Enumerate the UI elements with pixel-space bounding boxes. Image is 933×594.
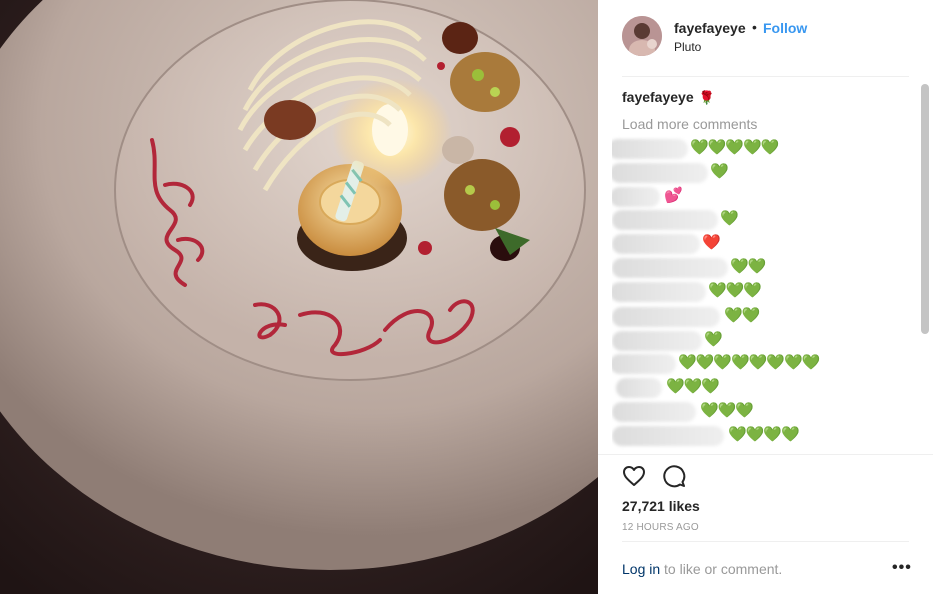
green-heart-emoji-icon: 💚💚💚 (666, 378, 720, 395)
green-heart-emoji-icon: 💚💚💚💚 (728, 426, 800, 443)
comments-list[interactable]: fayefayeye 🌹 Load more comments 💚💚💚💚💚 💚 💕… (612, 77, 917, 454)
green-heart-emoji-icon: 💚 (704, 331, 723, 348)
comment-button[interactable] (662, 464, 686, 488)
green-heart-emoji-icon: 💚 (710, 163, 729, 180)
follow-button[interactable]: Follow (763, 20, 807, 36)
green-heart-emoji-icon: 💚💚💚 (708, 282, 762, 299)
post-side-panel: fayefayeye • Follow Pluto fayefayeye 🌹 Lo… (598, 0, 933, 594)
comment-row: 💚💚 (612, 307, 912, 327)
comment-row: 💚💚💚 (612, 282, 910, 302)
blurred-comment (612, 331, 702, 351)
scrollbar-thumb[interactable] (921, 84, 929, 334)
login-link[interactable]: Log in (622, 561, 660, 577)
comment-row: 💚 (612, 210, 912, 230)
post-timestamp[interactable]: 12 HOURS AGO (622, 522, 699, 533)
blurred-comment (612, 307, 720, 327)
comment-row: 💚💚💚💚💚 (612, 139, 908, 159)
comment-row: 💚💚💚 (612, 402, 912, 422)
header-username[interactable]: fayefayeye (674, 20, 746, 36)
heart-outline-icon (623, 466, 645, 486)
comment-row: 💚💚💚💚💚💚💚💚 (612, 354, 910, 374)
load-more-comments-button[interactable]: Load more comments (622, 116, 757, 132)
login-suffix-text: to like or comment. (660, 561, 783, 577)
like-button[interactable] (622, 464, 646, 488)
comment-row: 💚 (612, 331, 912, 351)
comment-row: 💚💚💚💚 (612, 426, 912, 446)
blurred-comment (612, 139, 688, 159)
login-prompt: Log in to like or comment. (622, 561, 782, 577)
blurred-comment (612, 187, 660, 207)
red-heart-emoji-icon: ❤️ (702, 234, 721, 251)
more-options-icon[interactable]: ••• (892, 559, 912, 577)
two-hearts-emoji-icon: 💕 (664, 187, 683, 204)
blurred-comment (612, 234, 700, 254)
comment-row: ❤️ (612, 234, 912, 254)
blurred-comment (612, 210, 718, 230)
comment-row: 💚💚💚 (616, 378, 916, 398)
green-heart-emoji-icon: 💚💚💚 (700, 402, 754, 419)
post-header: fayefayeye • Follow Pluto (598, 0, 933, 76)
dessert-plate-image (0, 0, 598, 594)
location-link[interactable]: Pluto (674, 40, 701, 54)
caption: fayefayeye 🌹 (622, 89, 715, 106)
green-heart-emoji-icon: 💚 (720, 210, 739, 227)
likes-count[interactable]: 27,721 likes (622, 498, 700, 514)
blurred-comment (612, 163, 708, 183)
avatar[interactable] (622, 16, 662, 56)
rose-emoji-icon: 🌹 (698, 90, 715, 105)
blurred-comment (612, 426, 724, 446)
green-heart-emoji-icon: 💚💚 (724, 307, 760, 324)
blurred-comment (612, 402, 696, 422)
blurred-comment (612, 282, 706, 302)
separator-dot: • (752, 19, 757, 35)
green-heart-emoji-icon: 💚💚💚💚💚 (690, 139, 779, 156)
comment-row: 💚💚 (612, 258, 912, 278)
blurred-comment (616, 378, 662, 398)
blurred-comment (612, 354, 676, 374)
green-heart-emoji-icon: 💚💚💚💚💚💚💚💚 (678, 354, 820, 371)
comment-row: 💕 (612, 187, 910, 207)
divider (598, 454, 933, 455)
green-heart-emoji-icon: 💚💚 (730, 258, 766, 275)
profile-picture-icon (622, 16, 662, 56)
blurred-comment (612, 258, 728, 278)
comment-row: 💚 (612, 163, 910, 183)
caption-username[interactable]: fayefayeye (622, 89, 694, 105)
comment-bubble-icon (663, 465, 686, 488)
post-photo[interactable] (0, 0, 598, 594)
divider (622, 541, 909, 542)
